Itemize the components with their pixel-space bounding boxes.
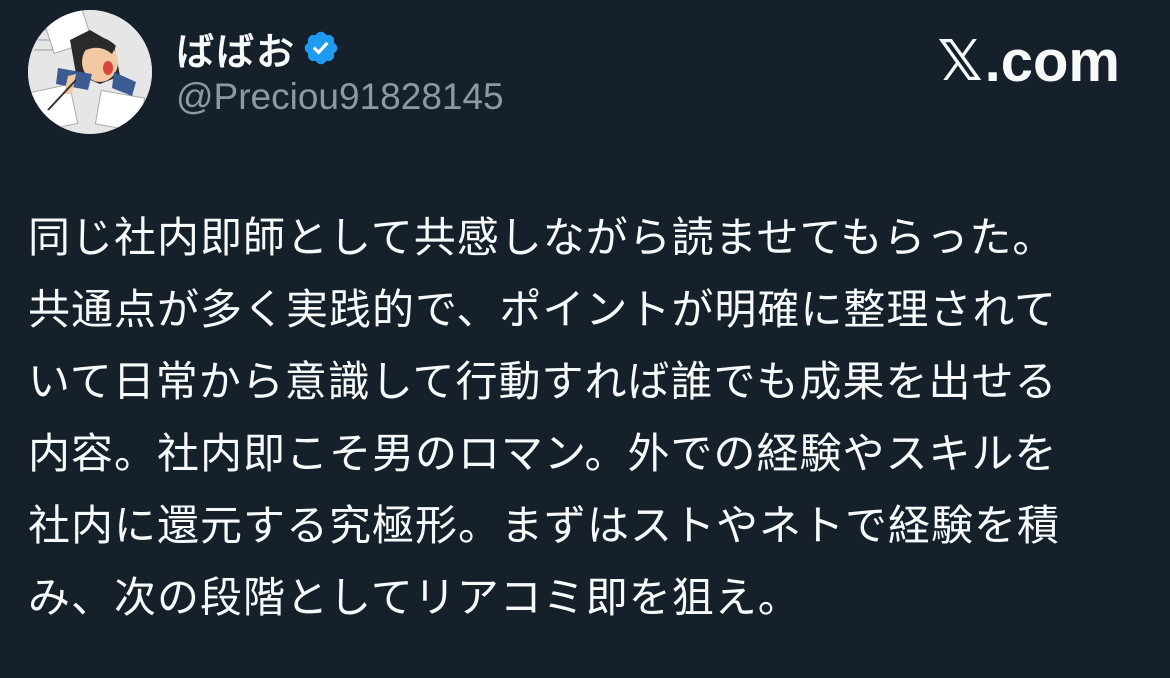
tweet-line: 社内に還元する究極形。まずはストやネトで経験を積 [28, 501, 1061, 550]
tweet-line: いて日常から意識して行動すれば誰でも成果を出せる [28, 357, 1058, 406]
display-name[interactable]: ばばお [176, 21, 296, 76]
x-logo: 𝕏 .com [938, 28, 1121, 95]
avatar-illustration-icon [28, 10, 152, 134]
tweet-line: 内容。社内即こそ男のロマン。外での経験やスキルを [28, 429, 1058, 478]
brand-domain: .com [984, 29, 1120, 94]
author-name-row[interactable]: ばばお [176, 22, 340, 74]
tweet-line: 同じ社内即師として共感しながら読ませてもらった。 [28, 213, 1056, 262]
verified-badge-icon [302, 29, 340, 67]
tweet-line: み、次の段階としてリアコミ即を狙え。 [28, 573, 801, 622]
author-handle[interactable]: @Preciou91828145 [176, 76, 504, 118]
tweet-line: 共通点が多く実践的で、ポイントが明確に整理されて [28, 285, 1058, 334]
tweet-body: 同じ社内即師として共感しながら読ませてもらった。 共通点が多く実践的で、ポイント… [28, 202, 1128, 634]
x-logo-icon: 𝕏 [937, 29, 983, 94]
avatar[interactable] [28, 10, 152, 134]
